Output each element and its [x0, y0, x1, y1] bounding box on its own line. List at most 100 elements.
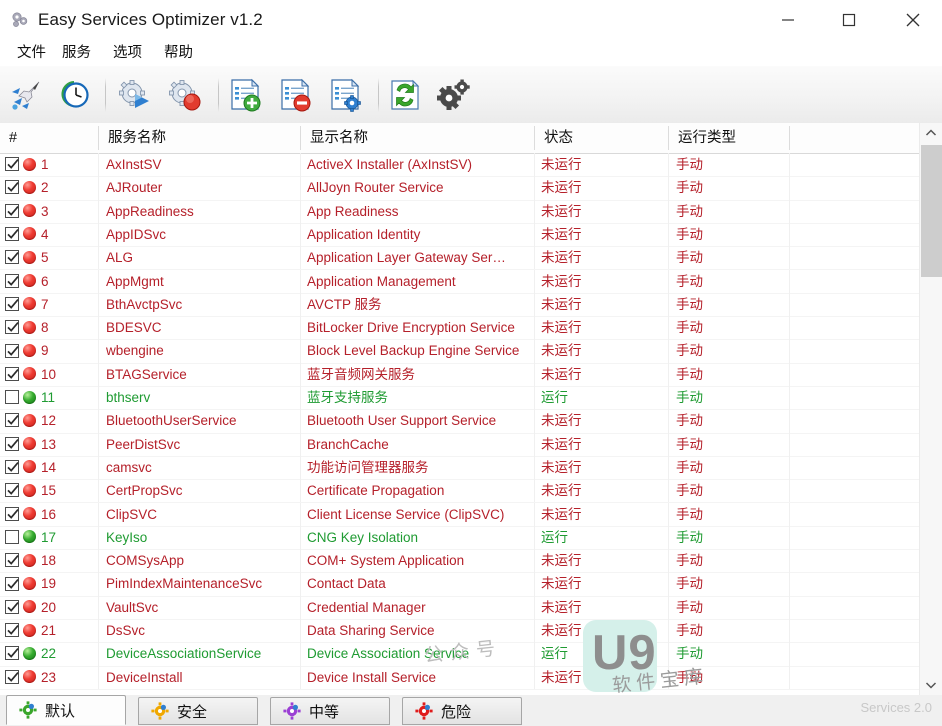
row-divider: [668, 502, 669, 526]
tab-default[interactable]: 默认: [6, 695, 126, 725]
column-index[interactable]: #: [0, 123, 98, 153]
start-service-icon[interactable]: [113, 74, 157, 116]
row-status: 未运行: [541, 669, 582, 685]
table-row[interactable]: 9 wbengine Block Level Backup Engine Servi…: [0, 339, 920, 364]
table-row[interactable]: 6 AppMgmt Application Management 未运行 手动: [0, 269, 920, 294]
maximize-button[interactable]: [826, 0, 872, 40]
column-display-name[interactable]: 显示名称: [301, 123, 534, 153]
toolbar-separator: [105, 78, 106, 112]
chevron-up-icon[interactable]: [920, 123, 942, 143]
table-row[interactable]: 17 KeyIso CNG Key Isolation 运行 手动: [0, 525, 920, 551]
settings-gears-icon[interactable]: [432, 74, 476, 116]
table-row[interactable]: 14 camsvc 功能访问管理器服务 未运行 手动: [0, 455, 920, 481]
row-checkbox[interactable]: [5, 436, 19, 451]
table-row[interactable]: 5 ALG Application Layer Gateway Ser… 未运行 手动: [0, 246, 920, 271]
row-status: 未运行: [541, 599, 582, 615]
row-startup-type: 手动: [676, 599, 703, 615]
table-row[interactable]: 23 DeviceInstall Device Install Service 未运行…: [0, 665, 920, 690]
row-display-name: 蓝牙支持服务: [307, 390, 388, 405]
row-status: 未运行: [541, 623, 582, 638]
row-checkbox[interactable]: [5, 669, 19, 684]
table-row[interactable]: 4 AppIDSvc Application Identity 未运行 手动: [0, 222, 920, 248]
table-row[interactable]: 15 CertPropSvc Certificate Propagation 未运行 手…: [0, 479, 920, 504]
table-row[interactable]: 22 DeviceAssociationService Device Associa…: [0, 642, 920, 667]
table-row[interactable]: 1 AxInstSV ActiveX Installer (AxInstSV) 未运行…: [0, 153, 920, 178]
row-checkbox[interactable]: [5, 273, 19, 288]
row-checkbox[interactable]: [5, 413, 19, 428]
row-checkbox[interactable]: [5, 390, 19, 405]
column-service-name[interactable]: 服务名称: [99, 123, 300, 153]
row-checkbox[interactable]: [5, 157, 19, 172]
row-display-name: App Readiness: [307, 203, 399, 219]
chevron-down-icon[interactable]: [920, 675, 942, 695]
table-row[interactable]: 21 DsSvc Data Sharing Service 未运行 手动: [0, 619, 920, 644]
tab-dangerous[interactable]: 危险: [402, 697, 522, 725]
column-filler[interactable]: [790, 123, 920, 153]
row-display-name: BranchCache: [307, 436, 389, 452]
row-display-name: Bluetooth User Support Service: [307, 413, 497, 429]
row-service-name: AxInstSV: [106, 157, 162, 172]
tab-medium[interactable]: 中等: [270, 697, 390, 725]
row-index: 1: [41, 157, 49, 172]
restore-clock-icon[interactable]: [52, 74, 96, 116]
table-row[interactable]: 10 BTAGService 蓝牙音频网关服务 未运行 手动: [0, 362, 920, 387]
scrollbar-thumb[interactable]: [921, 145, 942, 277]
row-checkbox[interactable]: [5, 320, 19, 335]
row-checkbox[interactable]: [5, 483, 19, 498]
optimize-icon[interactable]: [5, 74, 49, 116]
table-row[interactable]: 18 COMSysApp COM+ System Application 未运行 手动: [0, 549, 920, 574]
table-row[interactable]: 8 BDESVC BitLocker Drive Encryption Servic…: [0, 316, 920, 341]
row-checkbox[interactable]: [5, 506, 19, 521]
table-row[interactable]: 2 AJRouter AllJoyn Router Service 未运行 手动: [0, 176, 920, 201]
menu-options[interactable]: 选项: [104, 40, 151, 66]
row-checkbox[interactable]: [5, 366, 19, 381]
table-row[interactable]: 3 AppReadiness App Readiness 未运行 手动: [0, 199, 920, 224]
table-row[interactable]: 12 BluetoothUserService Bluetooth User Sup…: [0, 409, 920, 434]
row-startup-type: 手动: [676, 203, 703, 219]
table-row[interactable]: 7 BthAvctpSvc AVCTP 服务 未运行 手动: [0, 292, 920, 318]
row-checkbox[interactable]: [5, 599, 19, 614]
status-dot-stopped: [23, 297, 36, 311]
row-divider: [534, 362, 535, 386]
row-checkbox[interactable]: [5, 553, 19, 568]
table-row[interactable]: 13 PeerDistSvc BranchCache 未运行 手动: [0, 432, 920, 457]
table-row[interactable]: 16 ClipSVC Client License Service (ClipSVC…: [0, 502, 920, 527]
row-checkbox[interactable]: [5, 180, 19, 195]
row-checkbox[interactable]: [5, 296, 19, 311]
status-dot-stopped: [23, 483, 36, 497]
vertical-scrollbar[interactable]: [919, 123, 942, 695]
row-checkbox[interactable]: [5, 343, 19, 358]
row-service-name: AppMgmt: [106, 273, 164, 289]
edit-list-icon[interactable]: [324, 74, 368, 116]
row-checkbox[interactable]: [5, 623, 19, 638]
row-checkbox[interactable]: [5, 576, 19, 591]
row-service-name: DsSvc: [106, 623, 146, 638]
menu-file[interactable]: 文件: [8, 40, 55, 66]
status-dot-stopped: [23, 507, 36, 521]
row-checkbox[interactable]: [5, 646, 19, 661]
row-divider: [789, 292, 790, 317]
row-checkbox[interactable]: [5, 227, 19, 242]
add-list-icon[interactable]: [224, 74, 268, 116]
column-startup-type[interactable]: 运行类型: [669, 123, 789, 153]
menu-service[interactable]: 服务: [53, 40, 100, 66]
row-index: 23: [41, 669, 57, 685]
minimize-button[interactable]: [765, 0, 811, 40]
close-button[interactable]: [890, 0, 936, 40]
row-checkbox[interactable]: [5, 250, 19, 265]
remove-list-icon[interactable]: [274, 74, 318, 116]
stop-service-icon[interactable]: [163, 74, 207, 116]
refresh-icon[interactable]: [383, 74, 427, 116]
row-checkbox[interactable]: [5, 460, 19, 475]
table-row[interactable]: 11 bthserv 蓝牙支持服务 运行 手动: [0, 386, 920, 411]
row-startup-type: 手动: [676, 366, 703, 382]
menu-help[interactable]: 帮助: [155, 40, 202, 66]
table-row[interactable]: 20 VaultSvc Credential Manager 未运行 手动: [0, 595, 920, 620]
row-divider: [98, 432, 99, 456]
table-row[interactable]: 19 PimIndexMaintenanceSvc Contact Data 未运行 手…: [0, 572, 920, 597]
column-status[interactable]: 状态: [535, 123, 668, 153]
tab-safe[interactable]: 安全: [138, 697, 258, 725]
row-service-name: BDESVC: [106, 320, 162, 336]
row-checkbox[interactable]: [5, 529, 19, 544]
row-checkbox[interactable]: [5, 203, 19, 218]
